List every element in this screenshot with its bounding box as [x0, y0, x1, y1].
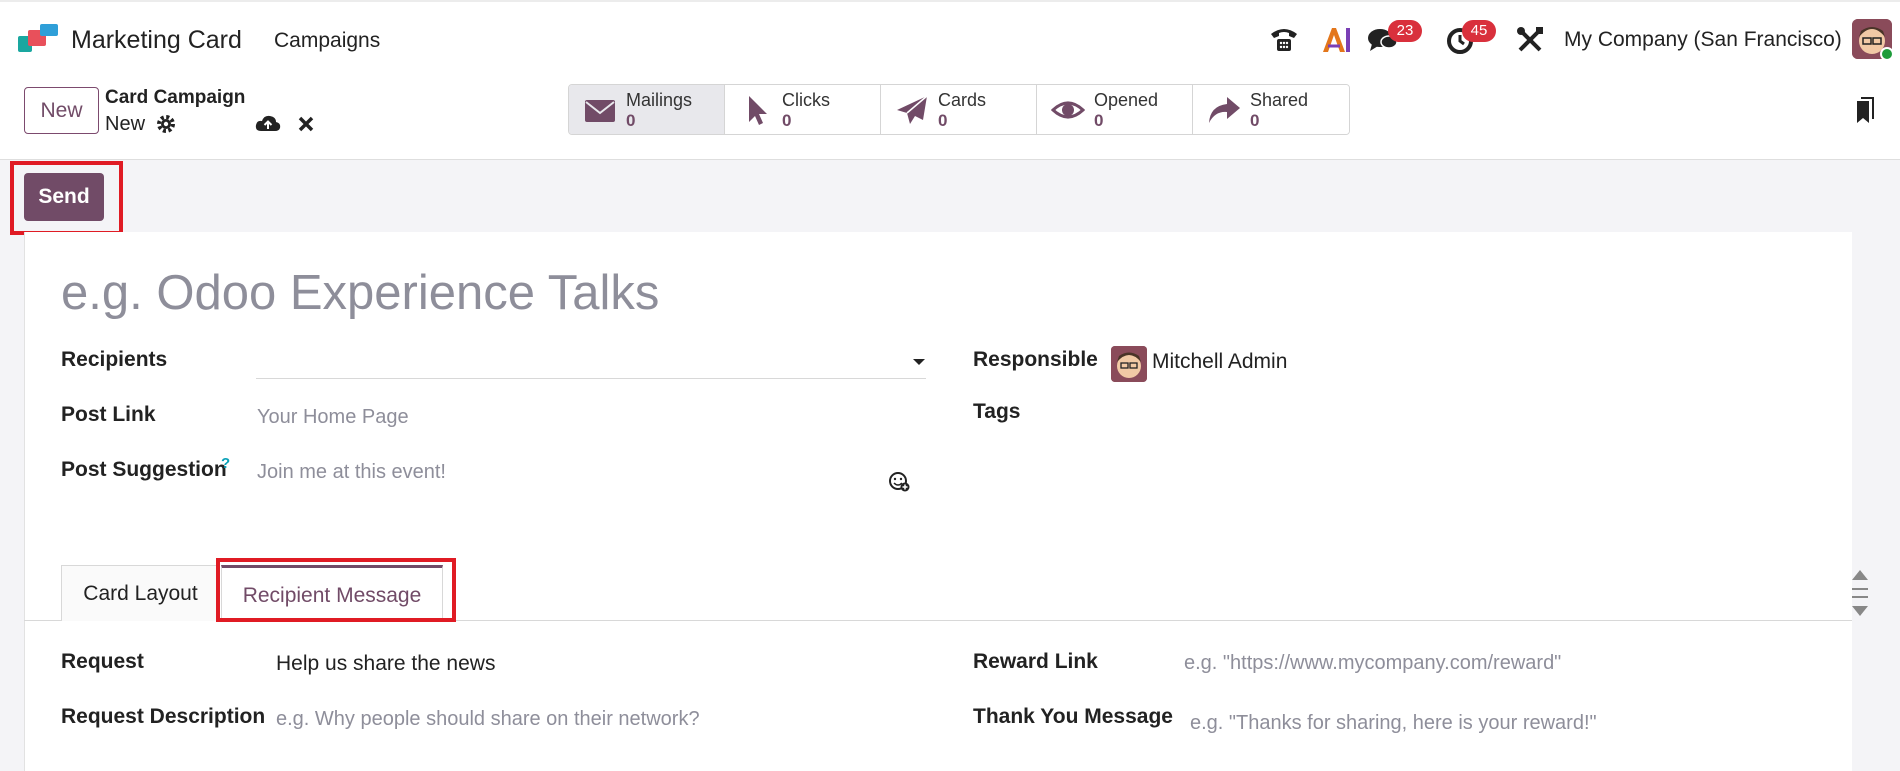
reward-link-label: Reward Link: [973, 650, 1098, 673]
send-button[interactable]: Send: [24, 173, 104, 221]
breadcrumb-title[interactable]: Card Campaign: [105, 87, 245, 109]
bookmark-icon[interactable]: [1854, 97, 1876, 125]
activities-badge: 45: [1462, 20, 1496, 42]
responsible-avatar: [1111, 346, 1147, 382]
breadcrumb-record: New: [105, 113, 146, 135]
share-icon: [1209, 97, 1240, 123]
tags-label: Tags: [973, 400, 1021, 423]
online-status-dot: [1880, 47, 1894, 61]
post-link-input[interactable]: Your Home Page: [257, 406, 409, 429]
stat-mailings[interactable]: Mailings 0: [569, 85, 725, 134]
control-panel: New Card Campaign New Mailings 0 Clicks …: [0, 77, 1900, 160]
stat-label: Cards: [938, 90, 987, 110]
emoji-picker-icon[interactable]: [888, 470, 910, 492]
phone-icon[interactable]: [1268, 24, 1300, 56]
app-logo-icon[interactable]: [18, 24, 60, 56]
scroll-arrows-icon[interactable]: [1850, 568, 1870, 618]
tags-input[interactable]: [1110, 428, 1830, 429]
menu-campaigns[interactable]: Campaigns: [274, 29, 380, 53]
stat-value: 0: [1250, 111, 1260, 130]
discard-icon[interactable]: [297, 114, 315, 134]
recipients-label: Recipients: [61, 348, 168, 371]
stat-shared[interactable]: Shared 0: [1193, 85, 1349, 134]
stat-value: 0: [938, 111, 948, 130]
request-input[interactable]: Help us share the news: [276, 652, 495, 676]
request-description-label: Request Description: [61, 705, 266, 728]
envelope-icon: [585, 100, 615, 122]
app-name[interactable]: Marketing Card: [71, 26, 242, 55]
responsible-value[interactable]: Mitchell Admin: [1152, 350, 1287, 374]
responsible-label: Responsible: [973, 348, 1098, 371]
post-suggestion-label: Post Suggestion: [61, 458, 227, 481]
stat-clicks[interactable]: Clicks 0: [725, 85, 881, 134]
tab-recipient-message[interactable]: Recipient Message: [221, 565, 443, 621]
campaign-name-input[interactable]: e.g. Odoo Experience Talks: [61, 265, 659, 321]
stat-opened[interactable]: Opened 0: [1037, 85, 1193, 134]
new-button[interactable]: New: [24, 87, 99, 134]
cursor-icon: [749, 96, 767, 125]
stat-label: Clicks: [782, 90, 830, 110]
paper-plane-icon: [897, 95, 928, 124]
stat-value: 0: [1094, 111, 1104, 130]
help-tooltip-icon[interactable]: ?: [221, 455, 230, 472]
recipients-input[interactable]: [256, 378, 926, 379]
stat-label: Shared: [1250, 90, 1309, 110]
ai-icon[interactable]: [1320, 24, 1352, 56]
request-description-input[interactable]: e.g. Why people should share on their ne…: [276, 708, 700, 731]
stat-label: Opened: [1094, 90, 1159, 110]
stat-buttons: Mailings 0 Clicks 0 Cards 0 Opened 0 Sha…: [568, 84, 1350, 135]
stat-cards[interactable]: Cards 0: [881, 85, 1037, 134]
tab-card-layout[interactable]: Card Layout: [61, 565, 220, 621]
thank-you-message-label: Thank You Message: [973, 705, 1173, 728]
reward-link-input[interactable]: e.g. "https://www.mycompany.com/reward": [1184, 652, 1561, 675]
eye-icon: [1051, 101, 1085, 119]
stat-label: Mailings: [626, 90, 693, 110]
gear-icon[interactable]: [155, 113, 177, 135]
stat-value: 0: [626, 111, 636, 130]
save-cloud-icon[interactable]: [255, 113, 281, 135]
stat-value: 0: [782, 111, 792, 130]
post-suggestion-input[interactable]: Join me at this event!: [257, 461, 446, 484]
post-link-label: Post Link: [61, 403, 156, 426]
thank-you-message-input[interactable]: e.g. "Thanks for sharing, here is your r…: [1190, 712, 1597, 735]
messages-badge: 23: [1388, 20, 1422, 42]
chevron-down-icon[interactable]: [912, 357, 926, 367]
top-navbar: Marketing Card Campaigns 23 45 My Compan…: [0, 0, 1900, 77]
tools-icon[interactable]: [1514, 24, 1546, 56]
request-label: Request: [61, 650, 144, 673]
company-switcher[interactable]: My Company (San Francisco): [1564, 28, 1842, 52]
